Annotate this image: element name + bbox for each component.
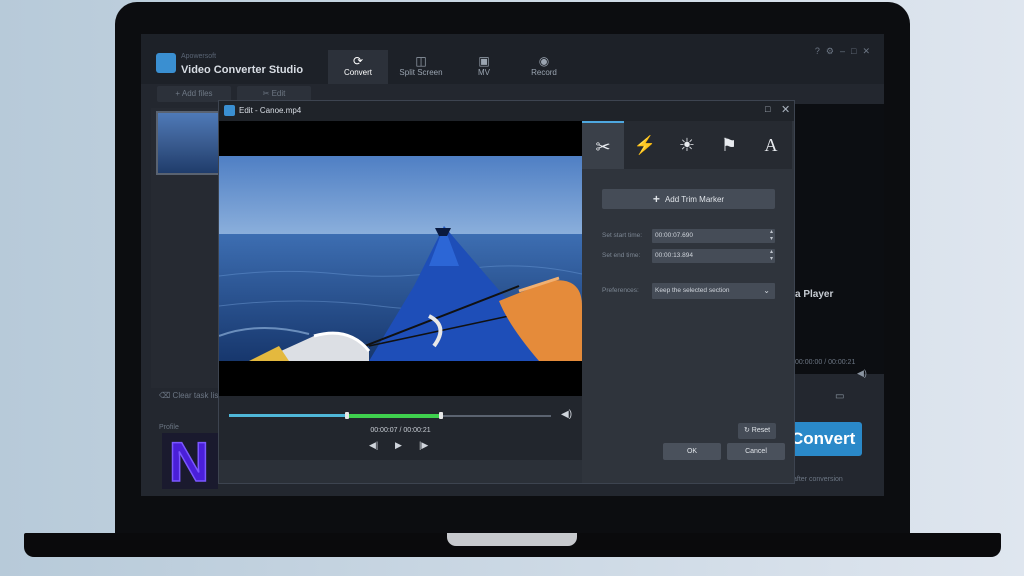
text-icon[interactable]: A xyxy=(750,121,792,169)
tab-convert-label: Convert xyxy=(343,68,372,77)
laptop-notch xyxy=(447,533,577,546)
after-conversion-label: after conversion xyxy=(793,476,843,483)
app-title: Video Converter Studio xyxy=(181,64,304,76)
preview-area xyxy=(795,104,884,374)
stamp-icon[interactable]: ⚑ xyxy=(708,121,750,169)
tab-convert[interactable]: ⟳ Convert xyxy=(328,50,388,84)
maximize-icon[interactable]: □ xyxy=(851,46,862,56)
plus-icon: + xyxy=(652,192,660,206)
app-header: Apowersoft Video Converter Studio ⟳ Conv… xyxy=(141,34,884,84)
watermark-logo: N xyxy=(162,429,218,491)
tab-split-screen[interactable]: ◫ Split Screen xyxy=(391,50,451,84)
svg-text:N: N xyxy=(169,430,209,491)
chevron-down-icon: ⌄ xyxy=(763,286,770,295)
add-files-label: Add files xyxy=(181,89,213,98)
refresh-icon: ⟳ xyxy=(352,54,364,68)
dialog-titlebar: Edit - Canoe.mp4 □ ✕ xyxy=(219,101,794,121)
cancel-button[interactable]: Cancel xyxy=(727,443,785,460)
tab-record-label: Record xyxy=(531,68,557,77)
preview-time: 00:00:00 / 00:00:21 xyxy=(795,359,856,366)
tab-mv[interactable]: ▣ MV xyxy=(454,50,514,84)
video-frame xyxy=(219,156,582,361)
volume-icon[interactable]: ◀) xyxy=(857,368,867,379)
clear-task-list-button[interactable]: ⌫ Clear task list xyxy=(159,391,221,400)
video-preview xyxy=(219,121,582,396)
end-time-value: 00:00:13.894 xyxy=(655,252,693,259)
dialog-title: Edit - Canoe.mp4 xyxy=(239,106,302,115)
preferences-label: Preferences: xyxy=(602,287,639,294)
start-time-label: Set start time: xyxy=(602,232,643,239)
edit-label: Edit xyxy=(271,89,286,98)
start-time-value: 00:00:07.690 xyxy=(655,232,693,239)
record-icon: ◉ xyxy=(538,54,550,68)
laptop-screen: Apowersoft Video Converter Studio ⟳ Conv… xyxy=(141,34,884,496)
file-thumbnail[interactable] xyxy=(156,111,220,175)
preferences-select[interactable]: Keep the selected section ⌄ xyxy=(652,283,775,299)
time-readout: 00:00:07 / 00:00:21 xyxy=(370,427,431,434)
trim-start-handle[interactable] xyxy=(345,412,349,419)
end-time-label: Set end time: xyxy=(602,252,641,259)
ok-button[interactable]: OK xyxy=(663,443,721,460)
settings-icon[interactable]: ⚙ xyxy=(826,46,840,56)
add-trim-marker-button[interactable]: + Add Trim Marker xyxy=(602,189,775,209)
reset-label: Reset xyxy=(751,427,771,434)
plus-icon: + xyxy=(175,89,181,98)
scissors-icon: ✂ xyxy=(262,89,270,98)
magic-wand-icon[interactable]: ⚡ xyxy=(624,121,666,169)
end-time-input[interactable]: 00:00:13.894 ▴ ▾ xyxy=(652,249,775,263)
volume-icon[interactable]: ◀) xyxy=(561,409,572,420)
trash-icon: ⌫ xyxy=(159,391,171,400)
folder-icon[interactable]: ▭ xyxy=(835,391,844,402)
reset-icon: ↻ xyxy=(743,427,750,434)
close-icon[interactable]: ✕ xyxy=(862,46,876,56)
trim-end-handle[interactable] xyxy=(439,412,443,419)
app-logo-icon xyxy=(156,53,176,73)
minimize-icon[interactable]: – xyxy=(840,46,851,56)
tab-split-screen-label: Split Screen xyxy=(399,68,443,77)
close-icon[interactable]: ✕ xyxy=(781,103,790,116)
player-text: a Player xyxy=(795,289,834,300)
preferences-value: Keep the selected section xyxy=(655,287,730,294)
next-frame-icon[interactable]: |▶ xyxy=(419,440,428,451)
timeline-selection[interactable] xyxy=(347,414,441,418)
spinner-icon[interactable]: ▴ ▾ xyxy=(770,229,773,243)
spinner-icon[interactable]: ▴ ▾ xyxy=(770,249,773,263)
add-trim-marker-label: Add Trim Marker xyxy=(664,195,725,204)
edit-dialog: Edit - Canoe.mp4 □ ✕ ◀) 00:00:07 / 00:00… xyxy=(218,100,795,484)
play-icon[interactable]: ▶ xyxy=(395,440,402,451)
previous-frame-icon[interactable]: ◀| xyxy=(369,440,378,451)
brightness-icon[interactable]: ☀ xyxy=(666,121,708,169)
help-icon[interactable]: ? xyxy=(815,46,826,56)
timeline-played xyxy=(229,414,347,417)
scissors-icon[interactable]: ✂ xyxy=(582,121,624,169)
window-controls[interactable]: ?⚙–□✕ xyxy=(815,46,876,57)
tab-mv-label: MV xyxy=(478,68,490,77)
edit-tools-panel: ✂ ⚡ ☀ ⚑ A + Add Trim Marker Set start tim… xyxy=(582,121,794,483)
canoe-video-image xyxy=(219,156,582,361)
clear-task-list-label: Clear task list xyxy=(172,391,221,400)
start-time-input[interactable]: 00:00:07.690 ▴ ▾ xyxy=(652,229,775,243)
split-screen-icon: ◫ xyxy=(415,54,427,68)
player-controls: ◀) 00:00:07 / 00:00:21 ◀| ▶ |▶ xyxy=(219,396,582,460)
mv-icon: ▣ xyxy=(478,54,490,68)
app-brand: Apowersoft xyxy=(181,53,217,60)
dialog-logo-icon xyxy=(224,105,235,116)
reset-button[interactable]: ↻ Reset xyxy=(738,423,776,439)
tab-record[interactable]: ◉ Record xyxy=(514,50,574,84)
maximize-icon[interactable]: □ xyxy=(765,104,770,114)
